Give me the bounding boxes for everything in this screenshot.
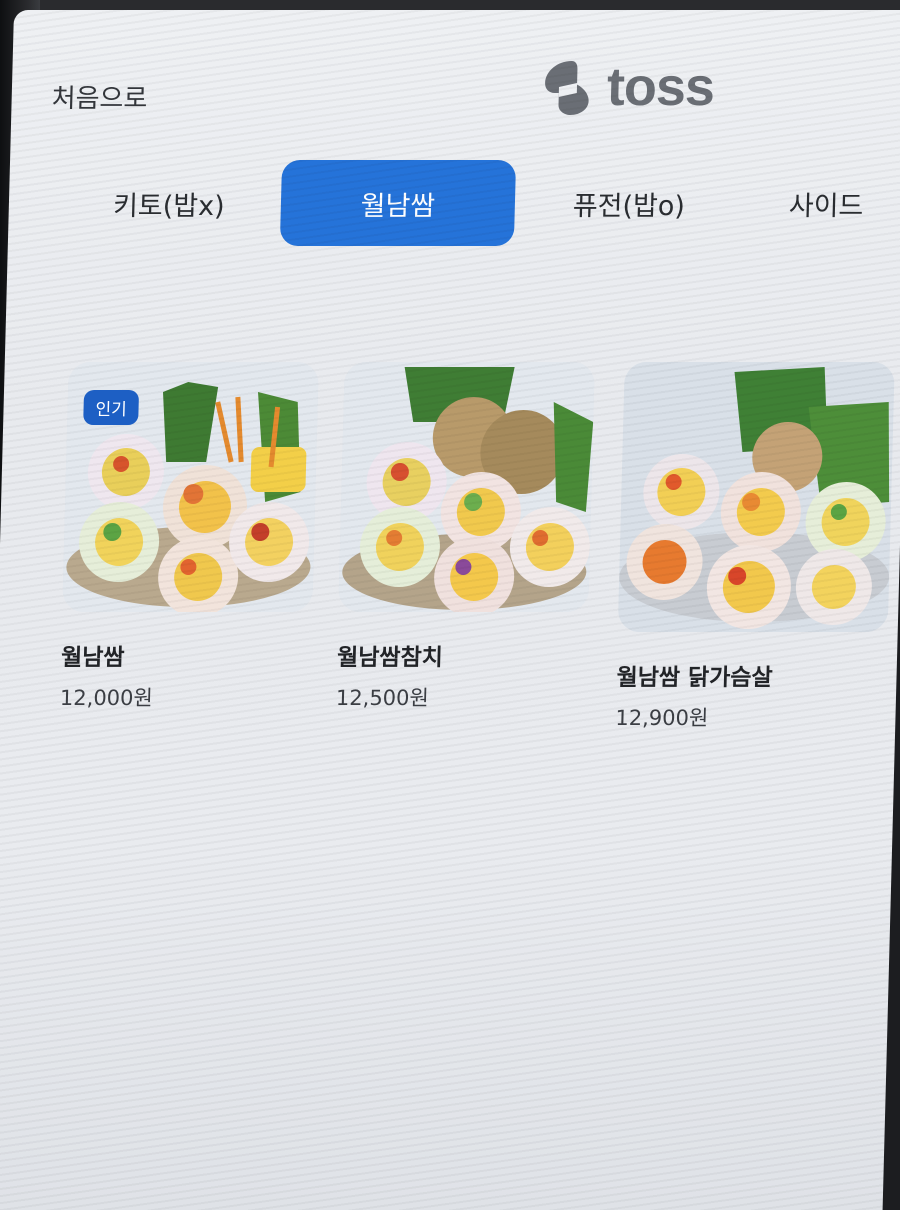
wolnamssam-chicken-plate-illustration bbox=[617, 362, 895, 632]
tab-side[interactable]: 사이드 bbox=[788, 160, 900, 246]
product-card-wolnamssam-tuna[interactable]: 월남쌈참치 12,500원 bbox=[336, 362, 595, 712]
product-image-wolnamssam-chicken bbox=[617, 362, 895, 632]
toss-logo-text: toss bbox=[606, 57, 715, 117]
product-name: 월남쌈 bbox=[60, 645, 125, 671]
product-price: 12,500원 bbox=[335, 686, 430, 710]
popular-badge: 인기 bbox=[83, 390, 140, 425]
product-name: 월남쌈 닭가슴살 bbox=[616, 665, 773, 691]
toss-logo: toss bbox=[536, 56, 715, 118]
product-price: 12,000원 bbox=[59, 686, 154, 710]
product-name: 월남쌈참치 bbox=[336, 645, 444, 671]
kiosk-screen: 처음으로 toss 키토(밥x) 월남쌈 퓨전(밥o) 사이드 음료 주류 인기 bbox=[0, 10, 900, 1210]
wolnamssam-tuna-plate-illustration bbox=[338, 362, 595, 612]
tab-keto[interactable]: 키토(밥x) bbox=[78, 160, 260, 246]
product-image-wolnamssam-tuna bbox=[338, 362, 595, 612]
tab-fusion[interactable]: 퓨전(밥o) bbox=[528, 160, 730, 246]
category-tabs: 키토(밥x) 월남쌈 퓨전(밥o) 사이드 음료 주류 bbox=[8, 160, 900, 464]
tab-wolnamssam[interactable]: 월남쌈 bbox=[279, 160, 517, 246]
home-button[interactable]: 처음으로 bbox=[51, 78, 148, 115]
product-image-wolnamssam: 인기 bbox=[62, 362, 319, 612]
product-card-wolnamssam[interactable]: 인기 월남쌈 12,000원 bbox=[60, 362, 319, 712]
product-price: 12,900원 bbox=[615, 706, 709, 730]
toss-logo-icon bbox=[545, 61, 589, 115]
product-card-wolnamssam-chicken[interactable]: 월남쌈 닭가슴살 12,900원 bbox=[615, 362, 895, 732]
